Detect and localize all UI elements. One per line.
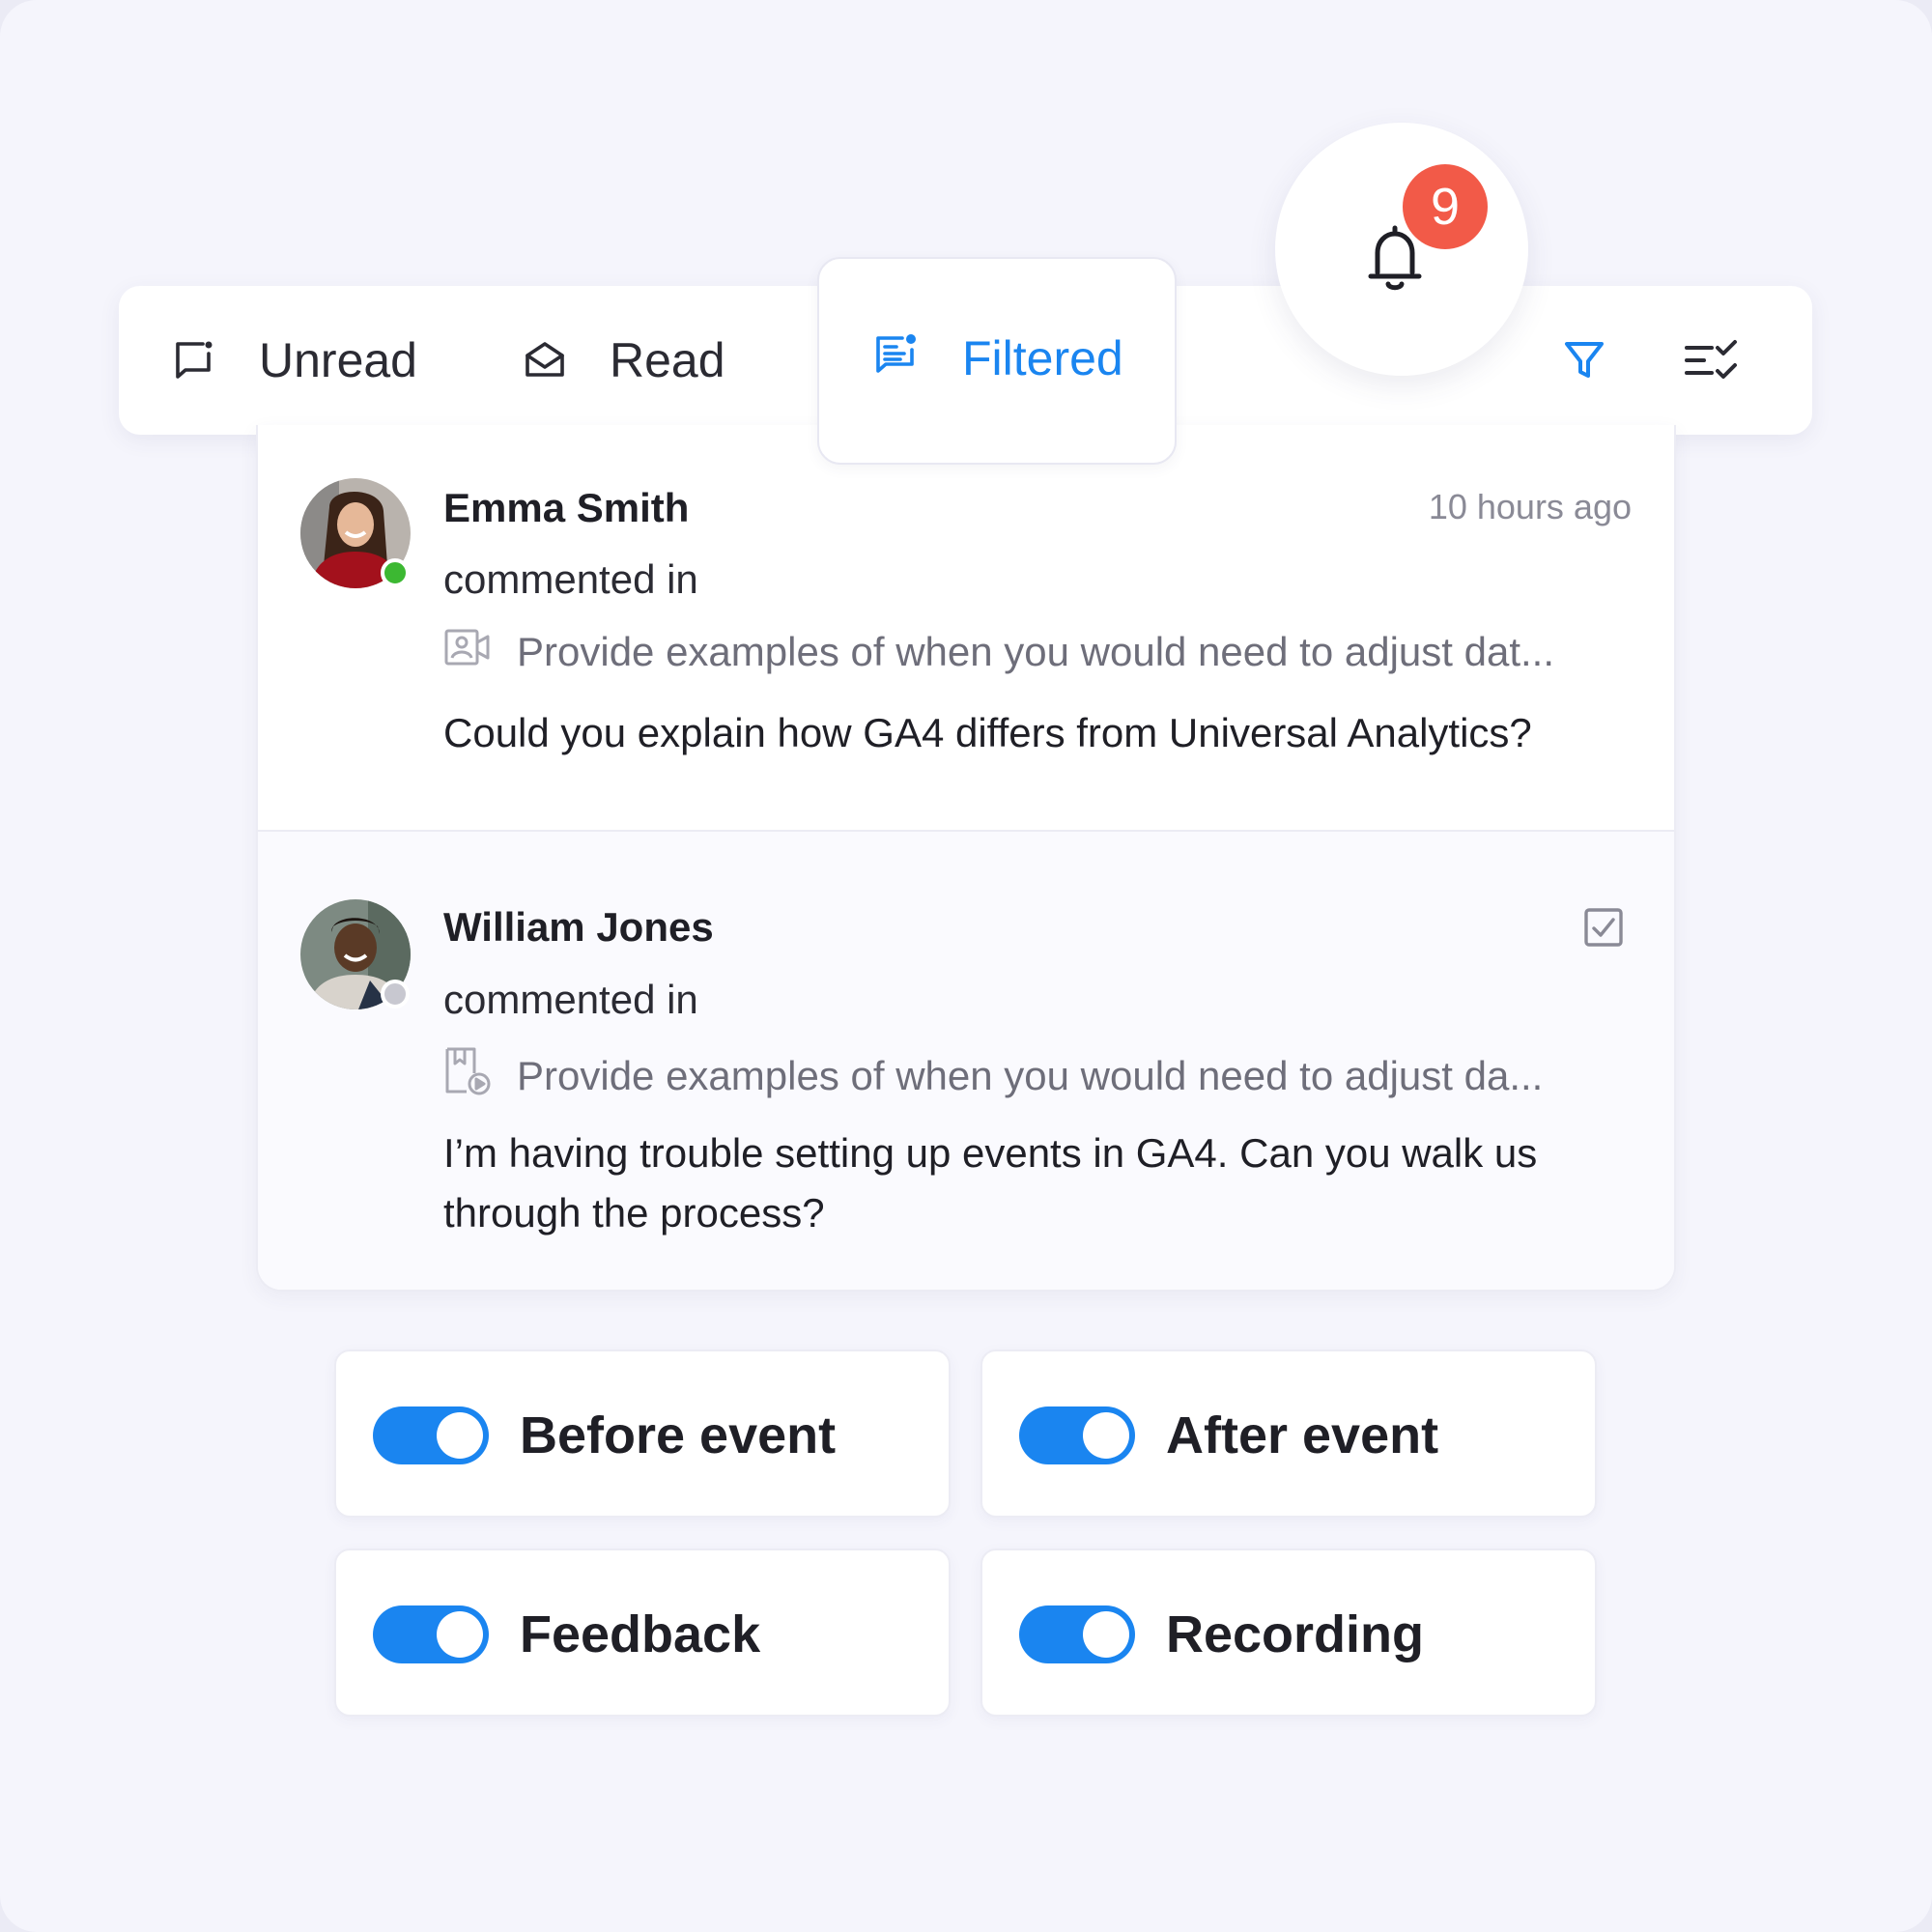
comment-body: Could you explain how GA4 differs from U…	[443, 710, 1532, 755]
toggle-knob	[437, 1611, 483, 1658]
tab-unread-label: Unread	[259, 333, 417, 387]
toggle-card-recording: Recording	[980, 1548, 1597, 1717]
toggle-label: Feedback	[520, 1605, 761, 1663]
feedback-toggle[interactable]	[373, 1605, 489, 1663]
comment-item[interactable]: Emma Smith 10 hours ago commented in Pro…	[258, 425, 1674, 829]
notifications-bell-button[interactable]: 9	[1275, 123, 1528, 376]
comment-author: Emma Smith	[443, 485, 690, 530]
recording-toggle[interactable]	[1019, 1605, 1135, 1663]
after-event-toggle[interactable]	[1019, 1406, 1135, 1464]
comment-reference-title: Provide examples of when you would need …	[517, 1053, 1544, 1098]
checkbox-icon[interactable]	[1583, 907, 1624, 952]
video-document-icon	[443, 626, 492, 678]
online-status-indicator	[381, 558, 410, 587]
comment-timestamp: 10 hours ago	[1428, 487, 1632, 526]
toggle-knob	[1083, 1611, 1129, 1658]
comment-reference-title: Provide examples of when you would need …	[517, 629, 1554, 674]
toggle-card-before-event: Before event	[334, 1350, 951, 1518]
media-document-icon	[443, 1046, 492, 1106]
checklist-icon	[1683, 338, 1741, 387]
tab-filtered[interactable]: Filtered	[817, 257, 1177, 465]
tab-read[interactable]: Read	[523, 286, 725, 435]
filter-icon	[1563, 339, 1605, 386]
tab-unread[interactable]: Unread	[172, 286, 417, 435]
toggle-card-after-event: After event	[980, 1350, 1597, 1518]
comment-reference-link[interactable]: Provide examples of when you would need …	[443, 1046, 1622, 1106]
toggle-card-feedback: Feedback	[334, 1548, 951, 1717]
notification-count-badge: 9	[1403, 164, 1488, 249]
before-event-toggle[interactable]	[373, 1406, 489, 1464]
toggle-label: Recording	[1166, 1605, 1425, 1663]
mark-all-read-button[interactable]	[1683, 333, 1741, 391]
toggle-knob	[437, 1412, 483, 1459]
comment-body: I’m having trouble setting up events in …	[443, 1130, 1538, 1236]
avatar[interactable]	[300, 478, 411, 588]
tab-read-label: Read	[610, 333, 725, 387]
avatar[interactable]	[300, 899, 411, 1009]
toggle-label: After event	[1166, 1406, 1439, 1464]
message-dot-icon	[172, 338, 216, 383]
comments-panel: Emma Smith 10 hours ago commented in Pro…	[256, 425, 1676, 1292]
toggle-label: Before event	[520, 1406, 837, 1464]
tab-filtered-label: Filtered	[962, 331, 1123, 385]
comment-item[interactable]: William Jones commented in Provide examp…	[258, 830, 1674, 1290]
page-background: Unread Read Filtered 9 Emma Smith 10 hou…	[0, 0, 1932, 1932]
comment-action: commented in	[443, 556, 698, 602]
comment-reference-link[interactable]: Provide examples of when you would need …	[443, 626, 1622, 678]
comment-action: commented in	[443, 977, 698, 1022]
message-lines-icon	[873, 332, 918, 388]
comment-author: William Jones	[443, 904, 714, 950]
envelope-open-icon	[523, 338, 567, 383]
toggle-knob	[1083, 1412, 1129, 1459]
offline-status-indicator	[381, 980, 410, 1009]
filter-button[interactable]	[1555, 333, 1613, 391]
